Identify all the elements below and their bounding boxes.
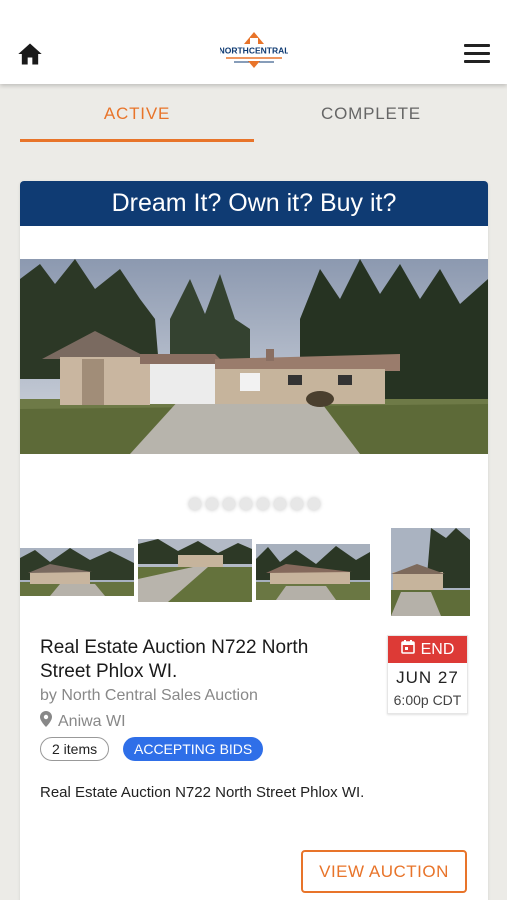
- end-time: 6:00p CDT: [393, 692, 462, 708]
- logo-text: NORTHCENTRAL: [220, 46, 288, 56]
- auction-title[interactable]: Real Estate Auction N722 North Street Ph…: [40, 636, 360, 684]
- auction-description: Real Estate Auction N722 North Street Ph…: [40, 784, 365, 801]
- carousel-dot[interactable]: [188, 498, 201, 510]
- north-central-logo[interactable]: NORTHCENTRAL: [219, 30, 289, 70]
- thumbnail-photo-2[interactable]: [138, 539, 252, 602]
- auction-tabs: ACTIVE COMPLETE: [0, 84, 507, 146]
- carousel-dot[interactable]: [290, 498, 303, 510]
- carousel-dot[interactable]: [205, 498, 218, 510]
- auction-card: Dream It? Own it? Buy it? Real Estate Au…: [20, 181, 488, 900]
- end-date-header: END: [388, 636, 467, 663]
- carousel-dot[interactable]: [273, 498, 286, 510]
- status-badge: ACCEPTING BIDS: [123, 737, 264, 761]
- home-icon[interactable]: [16, 40, 44, 68]
- tab-complete[interactable]: COMPLETE: [254, 104, 488, 124]
- items-count-badge: 2 items: [40, 737, 110, 761]
- calendar-icon: [400, 640, 415, 659]
- hamburger-menu-icon[interactable]: [464, 44, 490, 66]
- thumbnail-photo-1[interactable]: [20, 548, 134, 596]
- location-text: Aniwa WI: [58, 712, 126, 730]
- auction-banner: Dream It? Own it? Buy it?: [20, 181, 488, 226]
- app-header: NORTHCENTRAL: [0, 0, 507, 84]
- end-date: JUN 27: [396, 668, 459, 687]
- tab-active[interactable]: ACTIVE: [20, 104, 254, 124]
- carousel-dot[interactable]: [307, 498, 320, 510]
- auction-seller: by North Central Sales Auction: [40, 687, 258, 704]
- location-pin-icon: [40, 711, 52, 732]
- view-auction-button[interactable]: VIEW AUCTION: [301, 850, 467, 893]
- carousel-dots: [184, 491, 324, 517]
- thumbnail-photo-3[interactable]: [256, 544, 370, 600]
- active-tab-indicator: [20, 139, 254, 142]
- thumbnail-photo-4[interactable]: [391, 528, 470, 616]
- carousel-dot[interactable]: [256, 498, 269, 510]
- main-property-photo[interactable]: [20, 259, 488, 454]
- end-date-box: END JUN 27 6:00p CDT: [387, 635, 468, 714]
- auction-location: Aniwa WI: [40, 711, 126, 732]
- carousel-dot[interactable]: [239, 498, 252, 510]
- end-label: END: [420, 640, 455, 658]
- carousel-dot[interactable]: [222, 498, 235, 510]
